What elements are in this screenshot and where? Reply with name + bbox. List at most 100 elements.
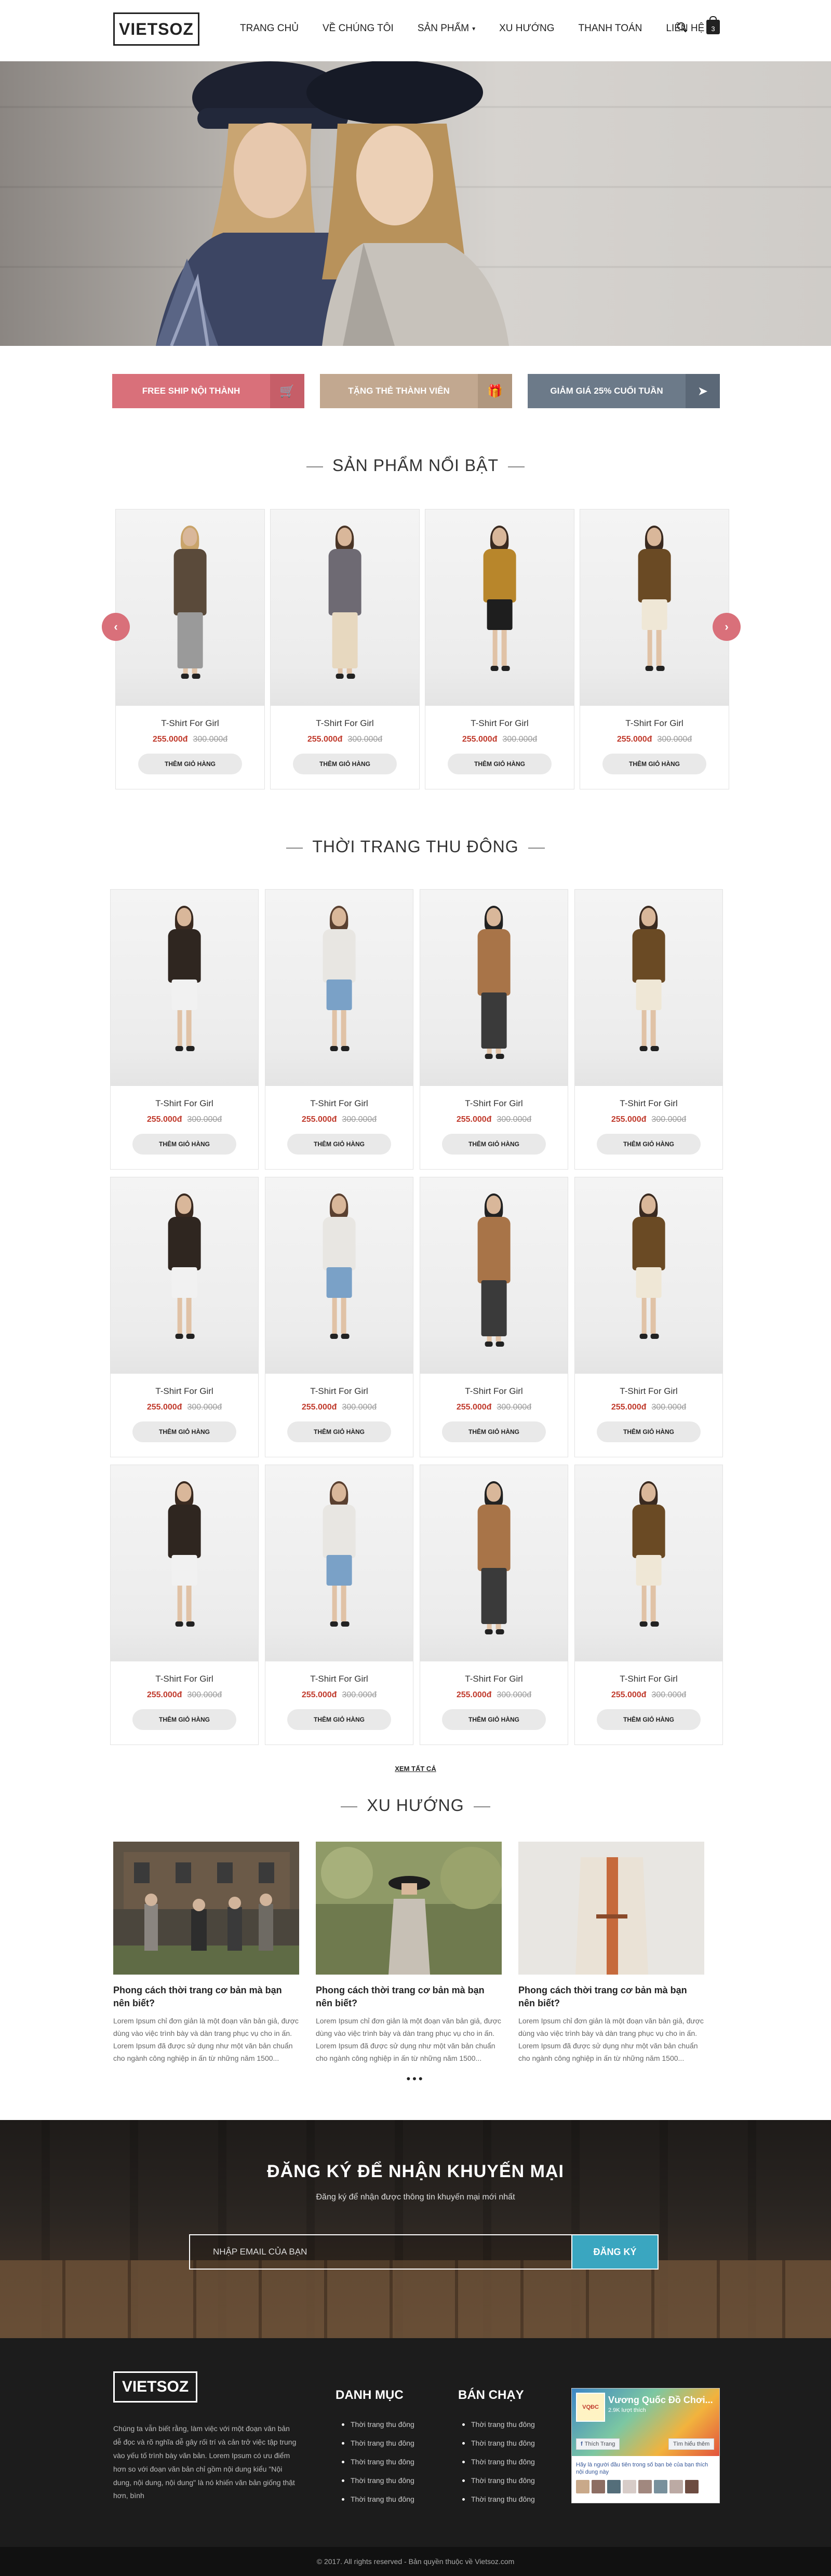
product-card[interactable]: T-Shirt For Girl 255.000đ 300.000đ THÊM GIỎ… [574,889,723,1170]
footer-link[interactable]: Thời trang thu đông [462,2495,535,2503]
product-image[interactable] [271,509,419,706]
subscribe-button[interactable]: ĐĂNG KÝ [572,2234,659,2270]
promo-weekend-discount-button[interactable]: GIẢM GIÁ 25% CUỐI TUẦN ➤ [528,374,720,408]
product-name[interactable]: T-Shirt For Girl [425,718,574,729]
product-name[interactable]: T-Shirt For Girl [265,1674,413,1684]
product-card[interactable]: T-Shirt For Girl 255.000đ 300.000đ THÊM GIỎ… [110,889,259,1170]
product-card[interactable]: T-Shirt For Girl 255.000đ 300.000đ THÊM GIỎ… [115,509,265,789]
product-image[interactable] [580,509,729,706]
add-to-cart-button[interactable]: THÊM GIỎ HÀNG [597,1709,701,1730]
product-name[interactable]: T-Shirt For Girl [575,1674,722,1684]
see-all-link[interactable]: XEM TẤT CẢ [0,1765,831,1773]
blog-post-image[interactable] [316,1842,502,1975]
product-image[interactable] [420,890,568,1086]
product-image[interactable] [575,1465,722,1661]
add-to-cart-button[interactable]: THÊM GIỎ HÀNG [287,1421,391,1442]
product-card[interactable]: T-Shirt For Girl 255.000đ 300.000đ THÊM GIỎ… [110,1465,259,1745]
avatar[interactable] [623,2480,636,2493]
avatar[interactable] [576,2480,589,2493]
facebook-more-button[interactable]: Tìm hiểu thêm [668,2438,715,2450]
product-image[interactable] [425,509,574,706]
product-name[interactable]: T-Shirt For Girl [420,1098,568,1109]
product-name[interactable]: T-Shirt For Girl [111,1386,258,1397]
product-card[interactable]: T-Shirt For Girl 255.000đ 300.000đ THÊM GIỎ… [265,1465,413,1745]
nav-item-home[interactable]: TRANG CHỦ [240,23,299,34]
footer-link[interactable]: Thời trang thu đông [342,2476,414,2485]
promo-free-ship-button[interactable]: FREE SHIP NỘI THÀNH 🛒 [112,374,304,408]
product-card[interactable]: T-Shirt For Girl 255.000đ 300.000đ THÊM GIỎ… [265,1177,413,1457]
footer-link[interactable]: Thời trang thu đông [462,2439,535,2447]
add-to-cart-button[interactable]: THÊM GIỎ HÀNG [442,1134,546,1155]
nav-item-products[interactable]: SẢN PHẨM ▾ [418,23,475,34]
product-name[interactable]: T-Shirt For Girl [116,718,264,729]
product-name[interactable]: T-Shirt For Girl [111,1098,258,1109]
facebook-page-avatar[interactable]: VQĐC [576,2393,605,2422]
avatar[interactable] [607,2480,621,2493]
product-card[interactable]: T-Shirt For Girl 255.000đ 300.000đ THÊM GIỎ… [265,889,413,1170]
blog-post-image[interactable] [518,1842,704,1975]
product-image[interactable] [111,1465,258,1661]
product-image[interactable] [575,1177,722,1374]
shopping-bag-icon[interactable]: 3 [706,16,720,34]
more-posts-indicator[interactable]: ••• [0,2072,831,2086]
carousel-prev-button[interactable]: ‹ [102,613,130,641]
product-image[interactable] [575,890,722,1086]
product-image[interactable] [420,1465,568,1661]
nav-item-trends[interactable]: XU HƯỚNG [499,23,554,34]
product-name[interactable]: T-Shirt For Girl [111,1674,258,1684]
product-image[interactable] [265,1177,413,1374]
avatar[interactable] [685,2480,699,2493]
add-to-cart-button[interactable]: THÊM GIỎ HÀNG [287,1134,391,1155]
add-to-cart-button[interactable]: THÊM GIỎ HÀNG [132,1134,236,1155]
product-card[interactable]: T-Shirt For Girl 255.000đ 300.000đ THÊM GIỎ… [420,1177,568,1457]
site-logo[interactable]: VIETSOZ [113,12,199,46]
blog-post-title[interactable]: Phong cách thời trang cơ bản mà bạn nên … [316,1984,502,2010]
product-card[interactable]: T-Shirt For Girl 255.000đ 300.000đ THÊM GIỎ… [580,509,729,789]
footer-link[interactable]: Thời trang thu đông [462,2476,535,2485]
footer-link[interactable]: Thời trang thu đông [342,2495,414,2503]
footer-link[interactable]: Thời trang thu đông [462,2458,535,2466]
add-to-cart-button[interactable]: THÊM GIỎ HÀNG [597,1421,701,1442]
add-to-cart-button[interactable]: THÊM GIỎ HÀNG [293,754,397,774]
blog-post-card[interactable]: Phong cách thời trang cơ bản mà bạn nên … [113,1842,299,2065]
product-name[interactable]: T-Shirt For Girl [265,1386,413,1397]
blog-post-title[interactable]: Phong cách thời trang cơ bản mà bạn nên … [518,1984,704,2010]
add-to-cart-button[interactable]: THÊM GIỎ HÀNG [442,1421,546,1442]
product-image[interactable] [111,1177,258,1374]
nav-item-about[interactable]: VỀ CHÚNG TÔI [323,23,394,34]
add-to-cart-button[interactable]: THÊM GIỎ HÀNG [602,754,706,774]
add-to-cart-button[interactable]: THÊM GIỎ HÀNG [132,1421,236,1442]
product-card[interactable]: T-Shirt For Girl 255.000đ 300.000đ THÊM GIỎ… [110,1177,259,1457]
add-to-cart-button[interactable]: THÊM GIỎ HÀNG [287,1709,391,1730]
footer-logo[interactable]: VIETSOZ [113,2371,197,2403]
product-name[interactable]: T-Shirt For Girl [575,1098,722,1109]
search-icon[interactable] [676,21,688,33]
blog-post-title[interactable]: Phong cách thời trang cơ bản mà bạn nên … [113,1984,299,2010]
avatar[interactable] [592,2480,605,2493]
product-name[interactable]: T-Shirt For Girl [271,718,419,729]
facebook-page-widget[interactable]: VQĐC Vương Quốc Đồ Chơi... 2.9K lượt thí… [571,2388,720,2503]
avatar[interactable] [638,2480,652,2493]
product-name[interactable]: T-Shirt For Girl [420,1674,568,1684]
carousel-next-button[interactable]: › [713,613,741,641]
blog-post-card[interactable]: Phong cách thời trang cơ bản mà bạn nên … [518,1842,704,2065]
promo-member-card-button[interactable]: TẶNG THẺ THÀNH VIÊN 🎁 [320,374,512,408]
nav-item-payment[interactable]: THANH TOÁN [579,23,642,34]
add-to-cart-button[interactable]: THÊM GIỎ HÀNG [442,1709,546,1730]
facebook-page-name[interactable]: Vương Quốc Đồ Chơi... [608,2395,713,2406]
add-to-cart-button[interactable]: THÊM GIỎ HÀNG [138,754,242,774]
blog-post-image[interactable] [113,1842,299,1975]
add-to-cart-button[interactable]: THÊM GIỎ HÀNG [597,1134,701,1155]
product-card[interactable]: T-Shirt For Girl 255.000đ 300.000đ THÊM GIỎ… [420,1465,568,1745]
product-image[interactable] [265,890,413,1086]
avatar[interactable] [654,2480,667,2493]
product-name[interactable]: T-Shirt For Girl [265,1098,413,1109]
facebook-like-button[interactable]: f Thích Trang [576,2438,620,2450]
blog-post-card[interactable]: Phong cách thời trang cơ bản mà bạn nên … [316,1842,502,2065]
email-input[interactable]: NHẬP EMAIL CỦA BẠN [189,2234,572,2270]
product-card[interactable]: T-Shirt For Girl 255.000đ 300.000đ THÊM GIỎ… [425,509,574,789]
avatar[interactable] [669,2480,683,2493]
footer-link[interactable]: Thời trang thu đông [342,2458,414,2466]
product-image[interactable] [420,1177,568,1374]
add-to-cart-button[interactable]: THÊM GIỎ HÀNG [448,754,552,774]
